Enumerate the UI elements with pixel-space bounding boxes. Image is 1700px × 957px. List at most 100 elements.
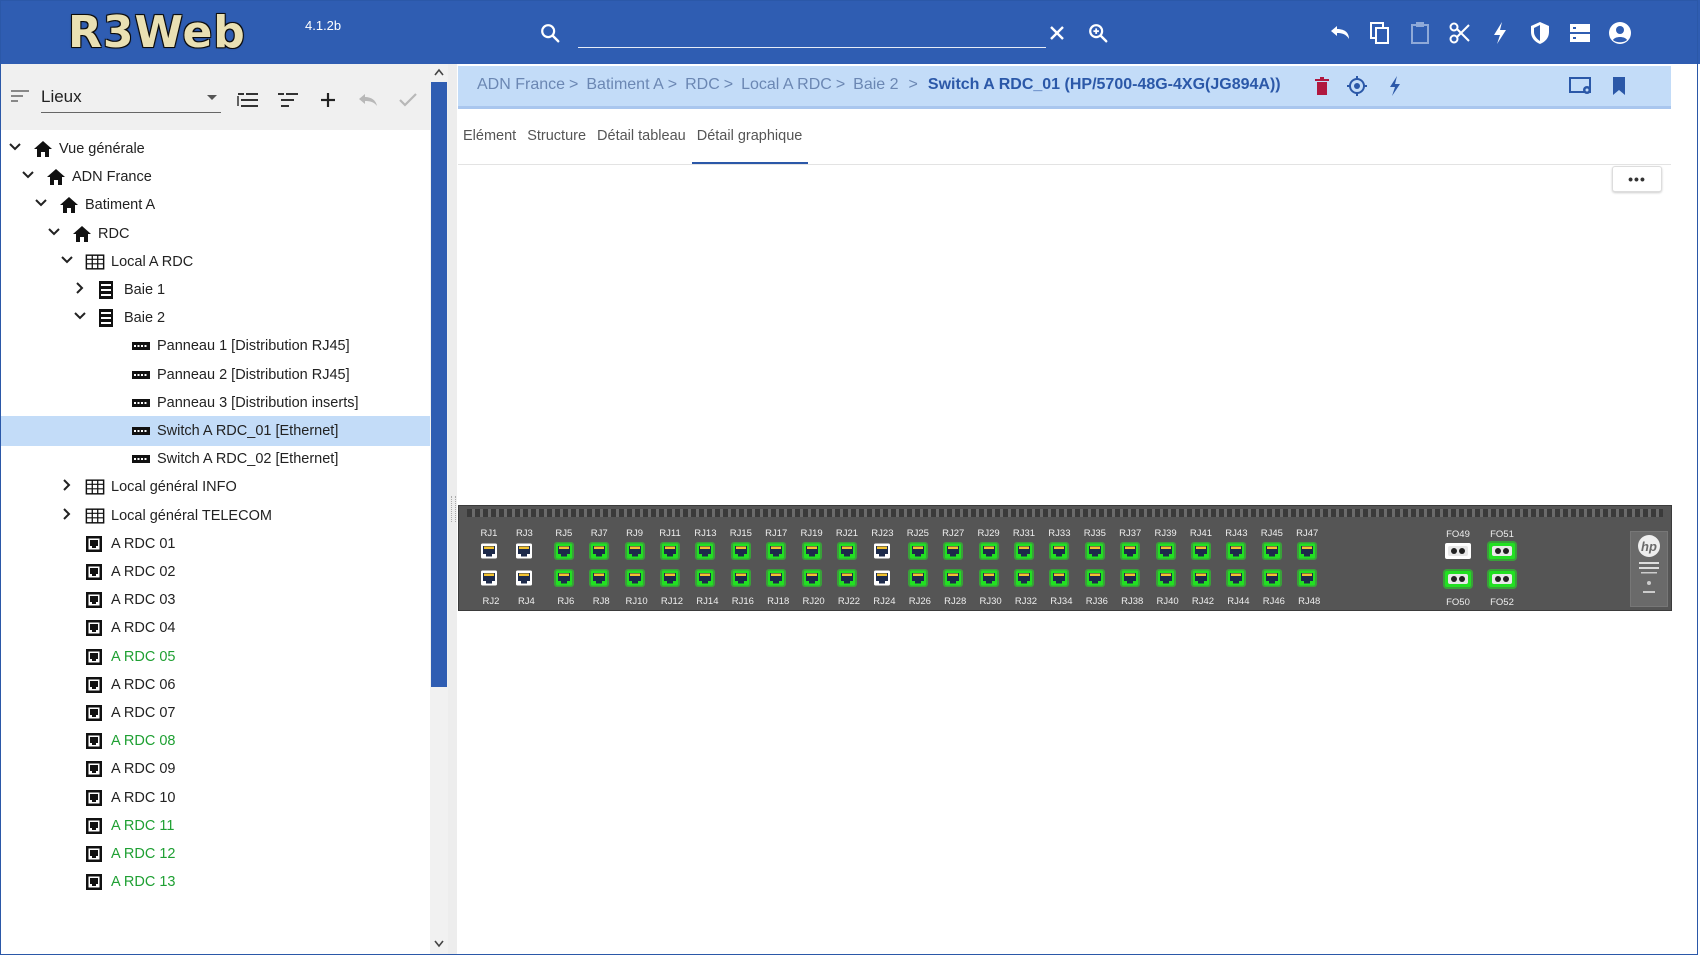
chevron-down-icon[interactable] [60,253,74,267]
tree-item[interactable]: RDC [0,219,430,249]
rj45-port[interactable] [1297,569,1318,587]
check-icon[interactable] [388,84,428,116]
rj45-port[interactable] [1084,569,1105,587]
zoom-in-icon[interactable] [1087,22,1109,44]
tree-item[interactable]: Panneau 3 [Distribution inserts] [0,388,430,418]
flash-icon[interactable] [1384,75,1406,97]
tree-item[interactable]: Switch A RDC_01 [Ethernet] [0,416,430,446]
rj45-port[interactable] [479,569,499,587]
chevron-down-icon[interactable] [21,168,35,182]
view-selector[interactable]: Lieux [41,84,221,113]
flash-icon[interactable] [1480,20,1520,46]
add-icon[interactable] [308,84,348,116]
search-icon[interactable] [539,22,561,44]
collapse-list-icon[interactable] [268,84,308,116]
breadcrumb-item[interactable]: Batiment A [586,76,663,93]
tree-item[interactable]: A RDC 07 [0,698,430,728]
paste-icon[interactable] [1400,20,1440,46]
rj45-port[interactable] [1261,569,1282,587]
chevron-down-icon[interactable] [47,225,61,239]
rj45-port[interactable] [837,542,857,560]
rj45-port[interactable] [1297,542,1318,560]
right-panel-scrollbar[interactable] [1672,64,1698,955]
rj45-port[interactable] [872,542,892,560]
rj45-port[interactable] [766,542,787,560]
tree-item[interactable]: A RDC 05 [0,642,430,672]
rj45-port[interactable] [837,569,857,587]
breadcrumb-item[interactable]: RDC [685,76,720,93]
screen-settings-icon[interactable] [1568,75,1594,97]
tree-item[interactable]: A RDC 08 [0,726,430,756]
tree-item[interactable]: A RDC 12 [0,839,430,869]
tree-item[interactable]: Local A RDC [0,247,430,277]
rj45-port[interactable] [589,569,610,587]
rj45-port[interactable] [624,569,645,587]
rj45-port[interactable] [907,569,928,587]
rj45-port[interactable] [907,542,928,560]
tree-item[interactable]: Local général INFO [0,472,430,502]
tree-item[interactable]: Baie 1 [0,275,430,305]
tree-item[interactable]: A RDC 04 [0,613,430,643]
tree-item[interactable]: Panneau 1 [Distribution RJ45] [0,331,430,361]
rj45-port[interactable] [1014,569,1034,587]
rj45-port[interactable] [943,542,964,560]
filter-icon[interactable] [10,88,30,104]
rj45-port[interactable] [1084,542,1105,560]
chevron-right-icon[interactable] [60,478,74,492]
left-panel-scrollbar[interactable] [430,64,448,955]
app-logo[interactable]: R3Web [68,6,246,56]
clear-search-icon[interactable] [1048,24,1066,42]
rj45-port[interactable] [1049,569,1070,587]
rj45-port[interactable] [1226,542,1247,560]
tree-item[interactable]: Vue générale [0,136,430,164]
rj45-port[interactable] [514,542,534,560]
tree-item[interactable]: A RDC 03 [0,585,430,615]
account-icon[interactable] [1600,20,1640,46]
rj45-port[interactable] [1261,542,1282,560]
fiber-port[interactable] [1487,541,1517,561]
tree-item[interactable]: Local général TELECOM [0,501,430,531]
tree-item[interactable]: A RDC 01 [0,529,430,559]
rj45-port[interactable] [1155,542,1176,560]
undo-icon[interactable] [348,84,388,116]
breadcrumb-item[interactable]: Local A RDC [741,76,832,93]
tab-3[interactable]: Détail graphique [691,118,809,164]
tree-item[interactable]: A RDC 10 [0,783,430,813]
server-icon[interactable] [1560,20,1600,46]
more-options-button[interactable]: ••• [1612,166,1662,192]
rj45-port[interactable] [801,542,822,560]
fiber-port[interactable] [1443,569,1473,589]
rj45-port[interactable] [695,569,716,587]
tree-item[interactable]: A RDC 02 [0,557,430,587]
rj45-port[interactable] [1191,542,1211,560]
rj45-port[interactable] [978,542,999,560]
chevron-down-icon[interactable] [73,309,87,323]
undo-icon[interactable] [1320,20,1360,46]
tree-item[interactable]: Baie 2 [0,303,430,333]
rj45-port[interactable] [624,542,645,560]
scrollbar-thumb[interactable] [431,82,447,687]
scroll-down-icon[interactable] [434,940,444,948]
tree-item[interactable]: Switch A RDC_02 [Ethernet] [0,444,430,474]
chevron-down-icon[interactable] [8,140,22,154]
tree-item[interactable]: ADN France [0,162,430,192]
rj45-port[interactable] [479,542,499,560]
rj45-port[interactable] [978,569,999,587]
rj45-port[interactable] [660,569,680,587]
tree-item[interactable]: A RDC 09 [0,754,430,784]
rj45-port[interactable] [1155,569,1176,587]
breadcrumb-item[interactable]: Baie 2 [853,76,898,93]
rj45-port[interactable] [943,569,964,587]
rj45-port[interactable] [589,542,610,560]
rj45-port[interactable] [660,542,680,560]
delete-icon[interactable] [1311,75,1333,97]
tab-1[interactable]: Structure [522,118,592,164]
chevron-right-icon[interactable] [73,281,87,295]
target-icon[interactable] [1346,75,1368,97]
rj45-port[interactable] [695,542,716,560]
tree-item[interactable]: Batiment A [0,190,430,220]
chevron-down-icon[interactable] [34,196,48,210]
panel-splitter[interactable] [448,64,457,955]
rj45-port[interactable] [553,542,574,560]
rj45-port[interactable] [553,569,574,587]
